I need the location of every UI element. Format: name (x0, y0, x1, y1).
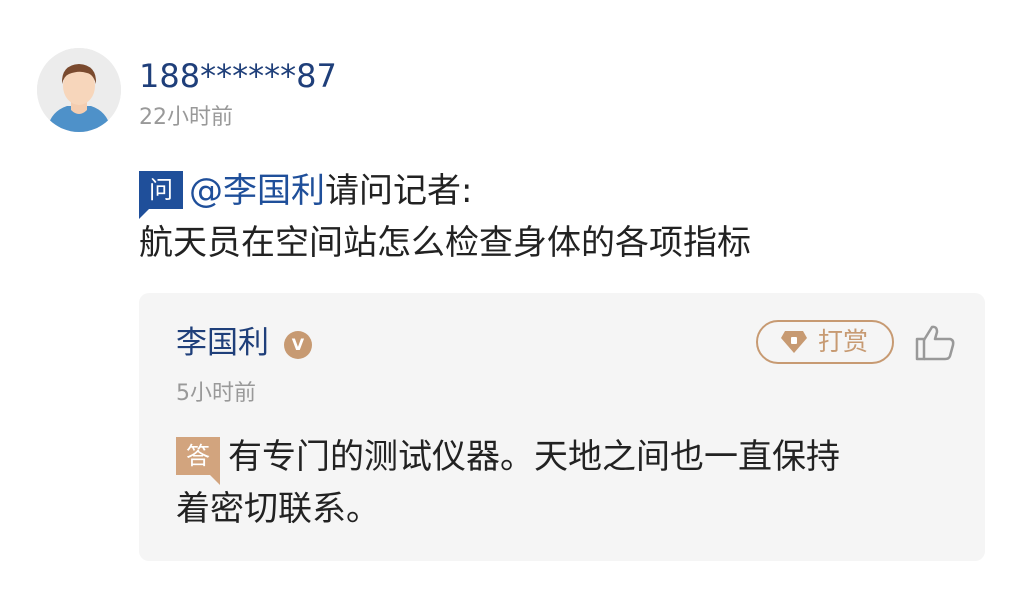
diamond-icon (780, 330, 808, 354)
answer-line-1: 答有专门的测试仪器。天地之间也一直保持 (176, 431, 966, 485)
question-text: 航天员在空间站怎么检查身体的各项指标 (139, 223, 751, 263)
comment-timestamp: 22小时前 (139, 105, 233, 130)
thumbs-up-icon[interactable] (914, 324, 956, 362)
username[interactable]: 188******87 (139, 56, 337, 96)
question-badge: 问 (139, 171, 183, 219)
reward-label: 打赏 (818, 327, 869, 356)
avatar[interactable] (37, 48, 121, 132)
reply-card: 李国利 V 打赏 5小时前 答有专门的测试仪器。天地之间也一直保持 着密切联系。 (139, 293, 985, 561)
answer-badge: 答 (176, 437, 220, 485)
answer: 答有专门的测试仪器。天地之间也一直保持 着密切联系。 (176, 431, 966, 535)
reward-button[interactable]: 打赏 (756, 320, 894, 364)
user-avatar-icon (37, 48, 121, 132)
question-line-1: 问 @李国利请问记者: (139, 165, 999, 219)
question: 问 @李国利请问记者: 航天员在空间站怎么检查身体的各项指标 (139, 165, 999, 269)
reply-author[interactable]: 李国利 (176, 323, 269, 363)
answer-text-2: 着密切联系。 (176, 489, 380, 529)
reply-timestamp: 5小时前 (176, 381, 256, 406)
answer-text-1: 有专门的测试仪器。天地之间也一直保持 (228, 437, 840, 477)
question-prefix: 请问记者: (325, 171, 473, 211)
verified-badge-icon: V (284, 331, 312, 359)
mention-link[interactable]: @李国利 (189, 171, 325, 211)
